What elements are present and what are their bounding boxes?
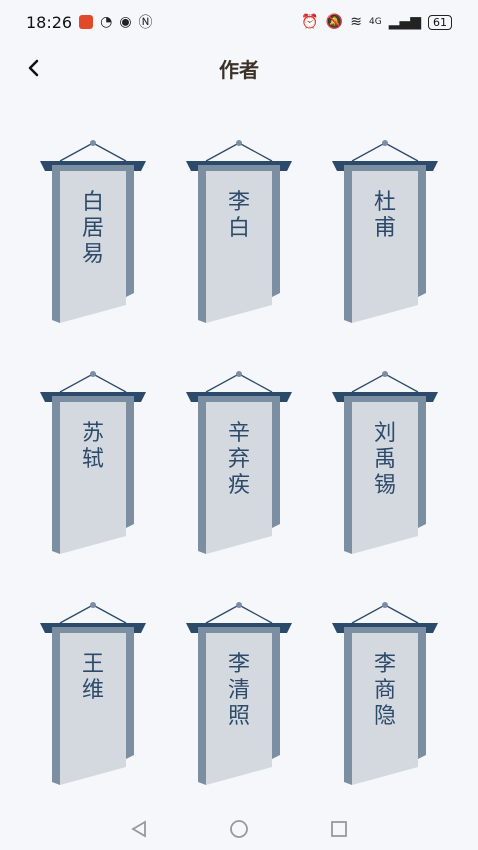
author-name: 李商隐 (373, 652, 396, 729)
system-nav-bar (0, 808, 478, 850)
author-name: 白居易 (81, 190, 104, 267)
author-card[interactable]: 王维 (38, 597, 148, 792)
alarm-icon: ⏰ (301, 14, 319, 30)
app-notification-icon (79, 15, 94, 29)
author-name: 李清照 (227, 652, 250, 729)
author-name: 苏轼 (81, 421, 104, 472)
author-card[interactable]: 白居易 (38, 135, 148, 330)
signal-icon: ▂▄▆ (388, 14, 421, 30)
author-card[interactable]: 李商隐 (330, 597, 440, 792)
author-card[interactable]: 刘禹锡 (330, 366, 440, 561)
author-card[interactable]: 苏轼 (38, 366, 148, 561)
author-card[interactable]: 李清照 (184, 597, 294, 792)
author-card[interactable]: 辛弃疾 (184, 366, 294, 561)
author-name: 李白 (227, 190, 250, 241)
eye-icon: ◉ (119, 14, 132, 30)
author-name: 辛弃疾 (227, 421, 250, 498)
square-recents-icon (331, 821, 347, 837)
network-type: 4G (368, 17, 382, 27)
page-title: 作者 (219, 58, 259, 82)
nav-recents-button[interactable] (328, 818, 350, 840)
battery-icon: 61 (428, 14, 452, 30)
clock: 18:26 (26, 12, 73, 32)
author-card[interactable]: 杜甫 (330, 135, 440, 330)
triangle-back-icon (131, 820, 146, 838)
speedometer-icon: ◔ (100, 14, 113, 30)
status-right: ⏰ 🔕 ≋ 4G ▂▄▆ 61 (301, 14, 452, 30)
author-name: 王维 (81, 652, 104, 703)
author-card[interactable]: 李白 (184, 135, 294, 330)
mute-icon: 🔕 (325, 14, 344, 30)
nav-home-button[interactable] (228, 818, 250, 840)
author-name: 刘禹锡 (373, 421, 396, 498)
circle-home-icon (230, 820, 248, 838)
nav-back-button[interactable] (128, 818, 150, 840)
nfc-icon: Ⓝ (138, 15, 153, 31)
wifi-icon: ≋ (350, 14, 362, 30)
author-name: 杜甫 (373, 190, 396, 241)
header: 作者 (0, 44, 478, 92)
status-left: 18:26 ◔ ◉ Ⓝ (26, 12, 153, 32)
status-bar: 18:26 ◔ ◉ Ⓝ ⏰ 🔕 ≋ 4G ▂▄▆ 61 (0, 0, 478, 44)
